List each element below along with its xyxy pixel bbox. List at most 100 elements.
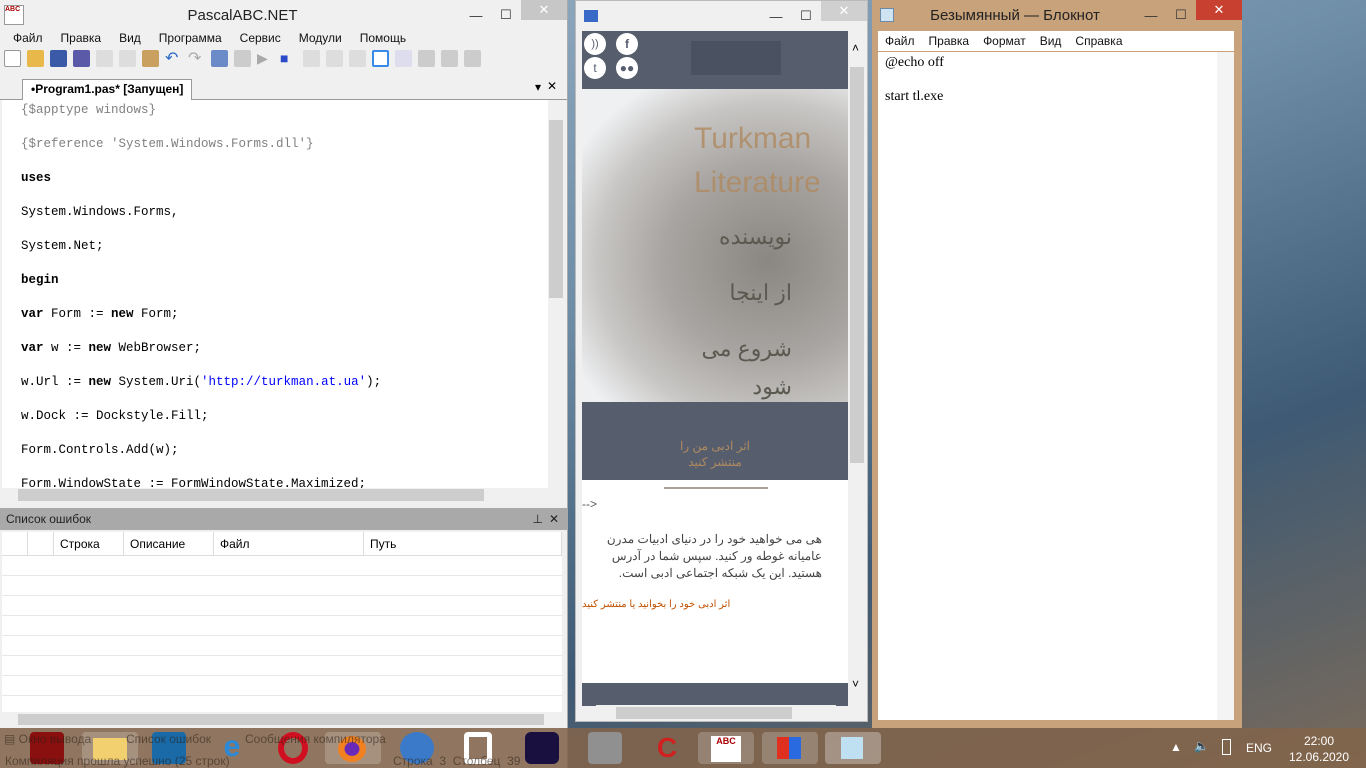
toolbar: ↶ ↷ ▶ ■ [4, 50, 481, 67]
maximize-button[interactable]: ☐ [791, 8, 821, 24]
notepad-taskbar-icon[interactable] [825, 732, 881, 764]
save-icon[interactable] [50, 50, 67, 67]
volume-icon[interactable]: 🔈 [1194, 739, 1209, 753]
menu-edit[interactable]: Правка [922, 34, 977, 51]
menu-service[interactable]: Сервис [231, 31, 290, 45]
error-table: Строка Описание Файл Путь [2, 532, 562, 712]
twitter-icon[interactable]: t [584, 57, 606, 79]
debug-r-icon[interactable] [464, 50, 481, 67]
output-icon: ▤ [4, 732, 19, 746]
debug-d-icon[interactable] [418, 50, 435, 67]
undo-icon[interactable]: ↶ [165, 50, 182, 67]
code-editor[interactable]: {$apptype windows} {$reference 'System.Wi… [2, 100, 548, 488]
menu-view[interactable]: Вид [110, 31, 150, 45]
menu-program[interactable]: Программа [150, 31, 231, 45]
menu-edit[interactable]: Правка [52, 31, 111, 45]
editor-horizontal-scrollbar[interactable] [2, 488, 548, 502]
compile-icon[interactable] [303, 50, 320, 67]
menu-file[interactable]: Файл [878, 34, 922, 51]
band-line: اثر ادبی من را [679, 439, 750, 453]
menu-modules[interactable]: Модули [290, 31, 351, 45]
flickr-icon[interactable]: ●● [616, 57, 638, 79]
clock[interactable]: 22:00 12.06.2020 [1284, 733, 1354, 765]
media-player-icon[interactable] [525, 732, 559, 764]
column-header-description[interactable]: Описание [124, 532, 214, 556]
tab-program1[interactable]: •Program1.pas* [Запущен] [22, 79, 193, 100]
ccleaner-icon[interactable]: C [650, 732, 684, 764]
column-header-file[interactable]: Файл [214, 532, 364, 556]
editor-vertical-scrollbar[interactable] [548, 100, 564, 488]
minimize-button[interactable]: — [461, 8, 491, 23]
console-icon[interactable] [372, 50, 389, 67]
new-file-icon[interactable] [4, 50, 21, 67]
form-icon [584, 10, 598, 22]
paste-icon[interactable] [142, 50, 159, 67]
column-header-path[interactable]: Путь [364, 532, 562, 556]
close-button[interactable]: ✕ [521, 0, 567, 20]
code-text: w.Url := [21, 375, 89, 389]
firewall-icon[interactable] [588, 732, 622, 764]
save-all-icon[interactable] [73, 50, 90, 67]
column-header-line[interactable]: Строка [54, 532, 124, 556]
publish-link[interactable]: اثر ادبی خود را بخوانید یا منتشر کنید [582, 599, 730, 610]
publish-band[interactable]: اثر ادبی من را منتشر کنید [582, 402, 848, 480]
tab-list-dropdown-icon[interactable]: ▾ [535, 80, 541, 94]
paragraph-line: عامیانه غوطه ور کنید. سپس شما در آدرس [611, 549, 822, 563]
comment-arrow: --> [582, 497, 597, 511]
language-indicator[interactable]: ENG [1246, 741, 1272, 755]
rss-icon[interactable]: )) [584, 33, 606, 55]
intro-paragraph: هی می خواهید خود را در دنیای ادبیات مدرن… [582, 531, 822, 582]
notepad-window: Безымянный — Блокнот — ☐ ✕ Файл Правка Ф… [872, 0, 1242, 728]
notepad-text-area[interactable]: @echo off start tl.exe [878, 52, 1234, 720]
output-window-tab[interactable]: ▤ Окно вывода [4, 732, 91, 746]
stop-icon[interactable]: ■ [280, 50, 297, 67]
web-view: )) f t ●● Turkman Literature نویسنده از … [582, 31, 848, 706]
open-folder-icon[interactable] [27, 50, 44, 67]
column-header-num[interactable] [28, 532, 54, 556]
form-icon[interactable] [395, 50, 412, 67]
pascalabc-taskbar-icon[interactable]: ABC [698, 732, 754, 764]
browser-horizontal-scrollbar[interactable] [596, 705, 836, 721]
step-over-icon[interactable] [349, 50, 366, 67]
text-line: @echo off [885, 55, 944, 70]
error-list-tab[interactable]: Список ошибок [126, 732, 211, 746]
menu-help[interactable]: Помощь [351, 31, 415, 45]
menu-view[interactable]: Вид [1033, 34, 1069, 51]
run-icon[interactable]: ▶ [257, 50, 274, 67]
error-horizontal-scrollbar[interactable] [2, 712, 562, 727]
column-header-icon[interactable] [2, 532, 28, 556]
code-directive: {$apptype windows} [21, 103, 157, 117]
notepad-vertical-scrollbar[interactable] [1217, 52, 1234, 720]
browser-vertical-scrollbar[interactable]: ˄ ˅ [848, 41, 866, 691]
minimize-button[interactable]: — [761, 9, 791, 24]
cat-hero-image: Turkman Literature نویسنده از اینجا شروع… [582, 89, 848, 402]
window-title: PascalABC.NET [187, 6, 298, 24]
battery-icon[interactable] [1222, 739, 1231, 755]
code-line: System.Windows.Forms, [21, 205, 179, 219]
menu-help[interactable]: Справка [1068, 34, 1129, 51]
minimize-button[interactable]: — [1136, 8, 1166, 23]
maximize-button[interactable]: ☐ [1166, 7, 1196, 23]
maximize-button[interactable]: ☐ [491, 7, 521, 23]
step-into-icon[interactable] [326, 50, 343, 67]
indent-icon[interactable] [211, 50, 228, 67]
debug-l-icon[interactable] [441, 50, 458, 67]
copy-icon[interactable] [119, 50, 136, 67]
close-panel-icon[interactable]: ✕ [549, 512, 559, 526]
facebook-icon[interactable]: f [616, 33, 638, 55]
site-title: Turkman Literature [694, 122, 821, 199]
windows-form-taskbar-icon[interactable] [762, 732, 818, 764]
close-button[interactable]: ✕ [821, 1, 867, 21]
code-keyword: new [88, 341, 112, 355]
unindent-icon[interactable] [234, 50, 251, 67]
pin-icon[interactable]: ⊥ [533, 512, 543, 526]
compiler-messages-tab[interactable]: Сообщения компилятора [245, 732, 386, 746]
cut-icon[interactable] [96, 50, 113, 67]
paragraph-line: هستید. این یک شبکه اجتماعی ادبی است. [618, 566, 822, 580]
show-hidden-icons[interactable]: ▲ [1170, 740, 1182, 754]
menu-file[interactable]: Файл [4, 31, 52, 45]
close-tab-icon[interactable]: ✕ [547, 79, 557, 93]
redo-icon[interactable]: ↷ [188, 50, 205, 67]
menu-format[interactable]: Формат [976, 34, 1033, 51]
close-button[interactable]: ✕ [1196, 0, 1242, 20]
